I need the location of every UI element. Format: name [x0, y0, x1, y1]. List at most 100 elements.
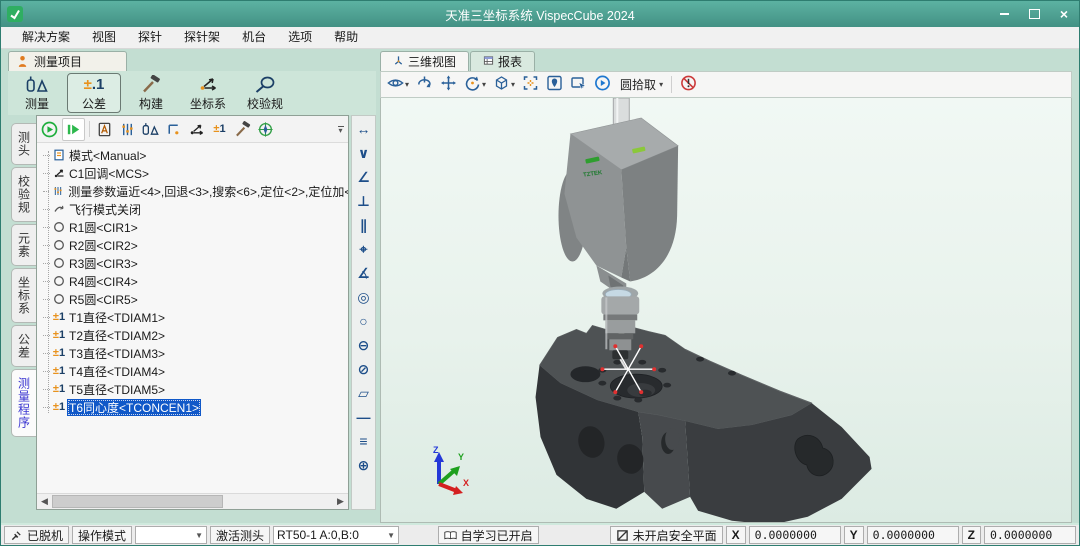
side-tab-坐标系[interactable]: 坐标系	[11, 268, 36, 323]
tree-item-label: R4圆<CIR4>	[67, 273, 140, 290]
pan-icon[interactable]	[438, 74, 459, 95]
side-tab-测量程序[interactable]: 测量程序	[11, 369, 36, 437]
menu-item[interactable]: 视图	[81, 27, 127, 48]
measure-small-icon[interactable]	[140, 119, 161, 140]
target-icon[interactable]	[255, 119, 276, 140]
menu-item[interactable]: 探针	[127, 27, 173, 48]
zoom-fit-icon[interactable]	[520, 74, 541, 95]
side-tab-测头[interactable]: 测头	[11, 123, 36, 165]
tab-三维视图[interactable]: 三维视图	[380, 51, 469, 71]
menu-item[interactable]: 选项	[277, 27, 323, 48]
tree-item[interactable]: R4圆<CIR4>	[37, 272, 348, 290]
scroll-left-icon[interactable]: ◀	[37, 494, 52, 509]
concentricity-icon[interactable]: ◎	[354, 288, 373, 305]
flatness-icon[interactable]: ▱	[354, 384, 373, 401]
parallelism-icon[interactable]: ∥	[354, 216, 373, 233]
total-runout-icon[interactable]: ⊘	[354, 360, 373, 377]
category-button-校验规[interactable]: 校验规	[238, 73, 292, 113]
tree-item[interactable]: C1回调<MCS>	[37, 164, 348, 182]
stop-icon[interactable]	[678, 74, 699, 95]
side-tab-label: 测头	[16, 131, 33, 157]
window-title: 天准三坐标系统 VispecCube 2024	[1, 5, 1079, 24]
construct-small-icon[interactable]	[232, 119, 253, 140]
angle-icon[interactable]: ∠	[354, 168, 373, 185]
dropdown-caret-icon[interactable]: ▾	[482, 80, 486, 89]
play-icon[interactable]	[592, 74, 613, 95]
eye-icon[interactable]: ▾	[385, 74, 411, 95]
straightness-icon[interactable]: —	[354, 408, 373, 425]
distance-icon[interactable]: ↔	[354, 120, 373, 137]
dropdown-caret-icon[interactable]: ▾	[511, 80, 515, 89]
tree-item[interactable]: 测量参数逼近<4>,回退<3>,搜索<6>,定位<2>,定位加<2>,测	[37, 182, 348, 200]
side-tab-公差[interactable]: 公差	[11, 325, 36, 367]
angularity-icon[interactable]: ∡	[354, 264, 373, 281]
active-probe-label: 激活测头	[210, 526, 270, 544]
orbit-icon[interactable]	[414, 74, 435, 95]
tree-item[interactable]: R3圆<CIR3>	[37, 254, 348, 272]
side-tab-校验规[interactable]: 校验规	[11, 167, 36, 222]
zoom-fit-icon-glyph	[522, 75, 539, 94]
tree-item[interactable]: R5圆<CIR5>	[37, 290, 348, 308]
gauge-icon	[253, 74, 277, 94]
step-run-icon[interactable]	[62, 118, 85, 141]
tree-item[interactable]: R2圆<CIR2>	[37, 236, 348, 254]
tree-item[interactable]: R1圆<CIR1>	[37, 218, 348, 236]
category-button-构建[interactable]: 构建	[124, 73, 178, 113]
tolerance-small-icon[interactable]: ±1	[209, 119, 230, 140]
tree-item[interactable]: 飞行模式关闭	[37, 200, 348, 218]
toolbar-overflow-icon[interactable]: ▾	[335, 120, 346, 138]
tree-item[interactable]: ±1T2直径<TDIAM2>	[37, 326, 348, 344]
circle-pick-label: 圆拾取	[618, 76, 658, 93]
corner-icon[interactable]	[163, 119, 184, 140]
tree-item[interactable]: ±1T3直径<TDIAM3>	[37, 344, 348, 362]
fly-icon	[51, 203, 67, 215]
project-icon	[16, 55, 29, 68]
circularity-icon[interactable]: ○	[354, 312, 373, 329]
scroll-right-icon[interactable]: ▶	[333, 494, 348, 509]
dropdown-caret-icon[interactable]: ▾	[405, 80, 409, 89]
tab-measurement-project[interactable]: 测量项目	[8, 51, 127, 71]
select-view-icon[interactable]	[568, 74, 589, 95]
auto-label-icon[interactable]	[94, 119, 115, 140]
tab-报表[interactable]: 报表	[470, 51, 535, 71]
locate-pin-icon[interactable]	[544, 74, 565, 95]
tree-item[interactable]: ±1T6同心度<TCONCEN1>	[37, 398, 348, 416]
category-button-坐标系[interactable]: 坐标系	[181, 73, 235, 113]
circle-pick[interactable]: 圆拾取▾	[616, 74, 665, 95]
menu-item[interactable]: 机台	[231, 27, 277, 48]
dropdown-caret-icon[interactable]: ▾	[659, 80, 663, 89]
axes-icon[interactable]	[186, 119, 207, 140]
viewport-3d[interactable]: TZTEK	[380, 98, 1072, 523]
menu-item[interactable]: 帮助	[323, 27, 369, 48]
coordinate-position-icon[interactable]: ⊕	[354, 456, 373, 473]
tree-item[interactable]: 模式<Manual>	[37, 146, 348, 164]
toolbar-separator	[89, 121, 90, 137]
tree-toolbar: ±1 ▾	[37, 116, 348, 143]
tolerance-item-icon: ±1	[51, 329, 67, 341]
view-tab-label: 三维视图	[408, 53, 456, 70]
category-button-测量[interactable]: 测量	[10, 73, 64, 113]
tree-item-label: 模式<Manual>	[67, 147, 148, 164]
angle-point-icon[interactable]: ∨	[354, 144, 373, 161]
perpendicularity-icon[interactable]: ⊥	[354, 192, 373, 209]
spin-icon-glyph	[464, 75, 481, 94]
spin-icon[interactable]: ▾	[462, 74, 488, 95]
scrollbar-thumb[interactable]	[52, 495, 223, 508]
runout-icon[interactable]: ⊖	[354, 336, 373, 353]
operation-mode-select[interactable]: ▼	[135, 526, 207, 544]
active-probe-select[interactable]: RT50-1 A:0,B:0▼	[273, 526, 399, 544]
position-icon[interactable]: ⌖	[354, 240, 373, 257]
symmetry-icon[interactable]: ≡	[354, 432, 373, 449]
run-icon[interactable]	[39, 119, 60, 140]
tree-item[interactable]: ±1T5直径<TDIAM5>	[37, 380, 348, 398]
category-button-公差[interactable]: ±.1公差	[67, 73, 121, 113]
tree-item[interactable]: ±1T4直径<TDIAM4>	[37, 362, 348, 380]
horizontal-scrollbar[interactable]: ◀ ▶	[37, 493, 348, 509]
menu-item[interactable]: 解决方案	[11, 27, 81, 48]
cube-icon[interactable]: ▾	[491, 74, 517, 95]
menu-item[interactable]: 探针架	[173, 27, 231, 48]
side-tab-元素[interactable]: 元素	[11, 224, 36, 266]
param-icon[interactable]	[117, 119, 138, 140]
tree-item-label: T3直径<TDIAM3>	[67, 345, 167, 362]
tree-item[interactable]: ±1T1直径<TDIAM1>	[37, 308, 348, 326]
